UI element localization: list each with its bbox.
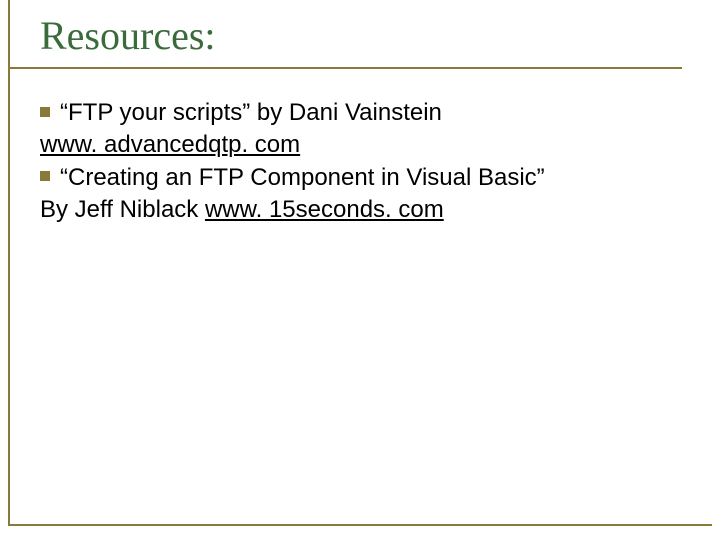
item-text: “Creating an FTP Component in Visual Bas… <box>60 164 545 191</box>
title-underline <box>10 67 682 69</box>
slide-title: Resources: <box>40 12 682 59</box>
item-link[interactable]: www. advancedqtp. com <box>40 131 300 158</box>
list-item: “FTP your scripts” by Dani Vainstein <box>40 97 682 129</box>
square-bullet-icon <box>40 107 50 117</box>
item-link[interactable]: www. 15seconds. com <box>205 196 444 223</box>
list-item: “Creating an FTP Component in Visual Bas… <box>40 162 682 194</box>
slide: Resources: “FTP your scripts” by Dani Va… <box>8 0 712 526</box>
item-continuation-line: By Jeff Niblack www. 15seconds. com <box>40 194 682 226</box>
square-bullet-icon <box>40 171 50 181</box>
item-continuation: By Jeff Niblack <box>40 196 205 223</box>
item-text: “FTP your scripts” by Dani Vainstein <box>60 99 442 126</box>
item-link-line: www. advancedqtp. com <box>40 129 682 161</box>
slide-body: “FTP your scripts” by Dani Vainstein www… <box>40 97 682 227</box>
